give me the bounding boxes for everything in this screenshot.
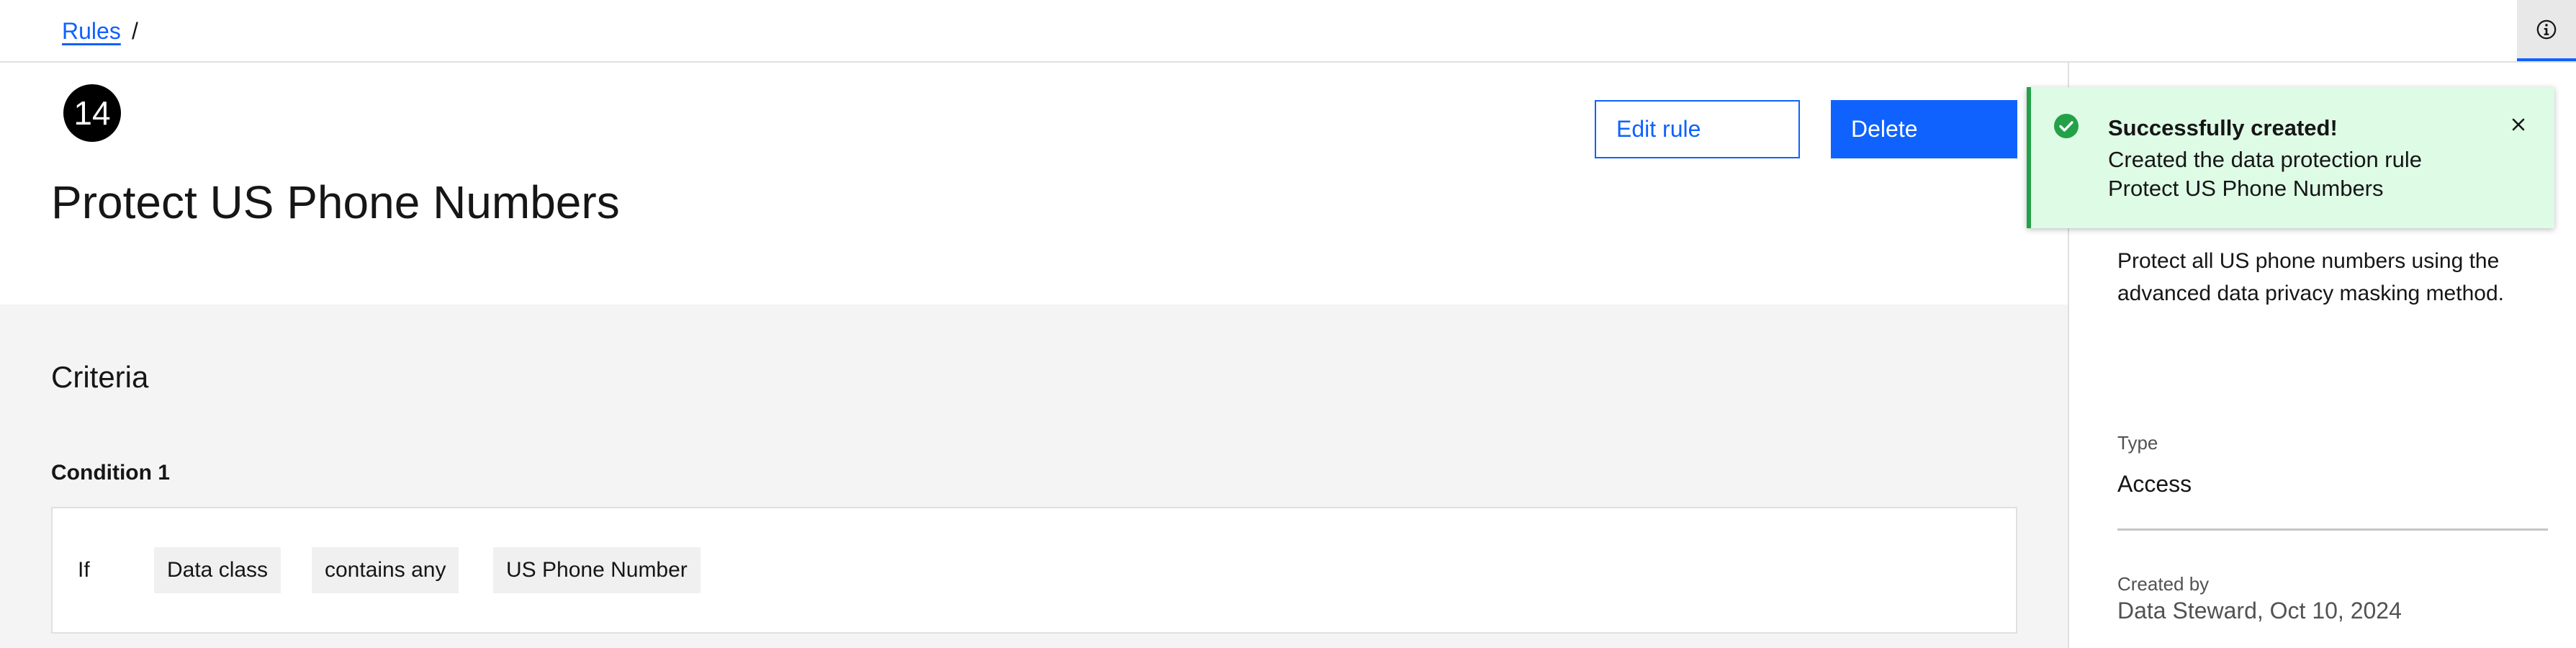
delete-button[interactable]: Delete bbox=[1831, 100, 2017, 158]
info-icon bbox=[2536, 19, 2557, 39]
criteria-title: Criteria bbox=[51, 360, 149, 394]
condition-tag-operator: contains any bbox=[312, 547, 459, 593]
toast-subtitle-line2: Protect US Phone Numbers bbox=[2108, 176, 2384, 201]
rule-description: Protect all US phone numbers using the a… bbox=[2117, 249, 2504, 305]
condition-label: Condition 1 bbox=[51, 461, 170, 485]
breadcrumb-separator: / bbox=[132, 18, 138, 44]
info-button[interactable] bbox=[2517, 0, 2576, 61]
type-value: Access bbox=[2117, 471, 2192, 497]
toast-subtitle-line1: Created the data protection rule bbox=[2108, 147, 2422, 172]
type-label: Type bbox=[2117, 432, 2158, 454]
condition-tag-data-class: Data class bbox=[154, 547, 282, 593]
edit-rule-button[interactable]: Edit rule bbox=[1595, 100, 1800, 158]
close-icon bbox=[2512, 118, 2525, 131]
condition-tag-value: US Phone Number bbox=[493, 547, 701, 593]
page-title: Protect US Phone Numbers bbox=[51, 176, 620, 228]
toast-close-button[interactable] bbox=[2505, 112, 2531, 138]
condition-if-label: If bbox=[78, 558, 90, 582]
toast-title: Successfully created! bbox=[2108, 115, 2338, 140]
checkmark-filled-icon bbox=[2054, 114, 2079, 138]
created-by-value: Data Steward, Oct 10, 2024 bbox=[2117, 598, 2402, 624]
rule-number-badge: 14 bbox=[63, 84, 121, 142]
top-bar: Rules / bbox=[0, 0, 2576, 63]
breadcrumb-rules-link[interactable]: Rules bbox=[62, 18, 121, 45]
created-by-label: Created by bbox=[2117, 573, 2210, 595]
side-panel-divider bbox=[2117, 528, 2548, 531]
